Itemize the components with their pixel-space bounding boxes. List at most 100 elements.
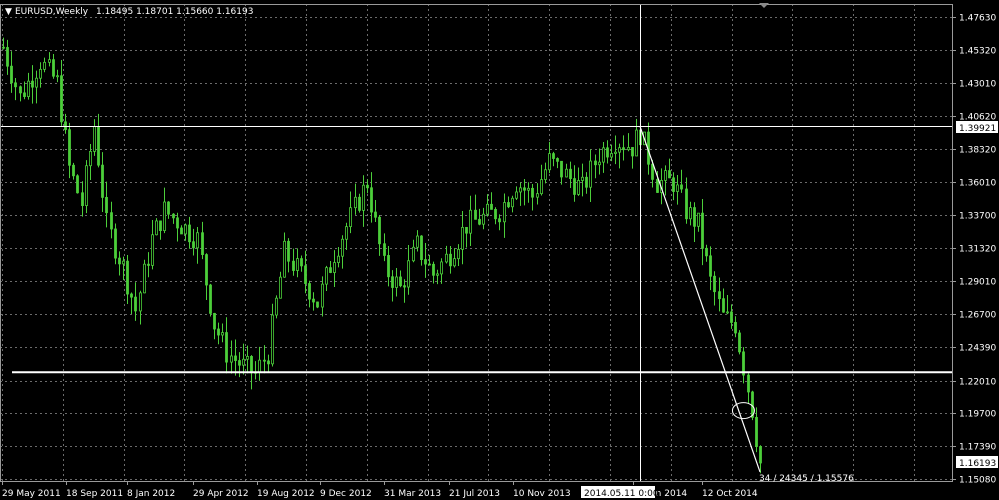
candle-body	[614, 151, 617, 154]
candle-body	[457, 248, 460, 260]
symbol-label: EURUSD,Weekly	[15, 7, 89, 17]
candle-body	[412, 246, 415, 262]
candle-body	[585, 176, 588, 188]
candle-body	[304, 265, 307, 284]
candle-body	[316, 301, 319, 308]
price-chart[interactable]: 1.476301.453201.430101.406201.383201.360…	[0, 0, 999, 500]
current-price-label: 1.16193	[959, 459, 996, 469]
candle-body	[196, 232, 199, 249]
y-tick-label: 1.45320	[959, 47, 996, 57]
candle-body	[205, 254, 208, 286]
candle-body	[287, 240, 290, 262]
candle-body	[221, 332, 224, 336]
candle-body	[39, 68, 42, 79]
candle-body	[407, 260, 410, 288]
candle-body	[565, 168, 568, 178]
candle-body	[498, 218, 501, 223]
candle-body	[440, 261, 443, 275]
candle-body	[531, 187, 534, 198]
candle-body	[296, 258, 299, 271]
candle-body	[155, 220, 158, 236]
candle-body	[188, 224, 191, 243]
candle-body	[267, 360, 270, 365]
candle-body	[31, 80, 34, 88]
candle-body	[635, 129, 638, 157]
chart-window[interactable]: 1.47630 1.45320 1.43010 1.40620 1.38320 1.360…	[0, 0, 999, 500]
candle-body	[697, 212, 700, 227]
candle-body	[387, 255, 390, 278]
candle-body	[709, 255, 712, 277]
candle-body	[345, 226, 348, 240]
candle-body	[676, 184, 679, 192]
candle-body	[403, 285, 406, 288]
candle-body	[308, 283, 311, 300]
candle-body	[337, 255, 340, 263]
candle-body	[598, 161, 601, 166]
ohlc-label: 1.18495 1.18701 1.15660 1.16193	[96, 7, 253, 17]
candle-body	[503, 202, 506, 223]
candle-body	[395, 276, 398, 288]
candle-body	[519, 187, 522, 193]
candle-body	[631, 147, 634, 157]
candle-body	[209, 284, 212, 314]
candle-body	[283, 240, 286, 278]
candle-body	[618, 147, 621, 153]
candle-body	[43, 61, 46, 70]
x-tick-label: 9 Dec 2012	[320, 489, 372, 499]
candle-body	[358, 196, 361, 211]
candle-body	[27, 80, 30, 97]
x-tick-label: 8 Jan 2012	[127, 489, 175, 499]
x-tick-label: 18 Sep 2011	[66, 489, 123, 499]
candle-body	[701, 212, 704, 249]
candle-body	[465, 226, 468, 234]
candle-body	[139, 292, 142, 312]
candle-body	[192, 241, 195, 249]
candle-body	[23, 92, 26, 97]
candle-body	[126, 260, 129, 295]
candle-body	[329, 267, 332, 273]
y-tick-label: 1.43010	[959, 80, 996, 90]
candle-body	[378, 216, 381, 245]
candle-body	[577, 180, 580, 195]
candle-body	[627, 147, 630, 151]
candle-body	[651, 163, 654, 180]
candle-body	[755, 417, 758, 447]
x-tick-label: 21 Jul 2013	[449, 489, 500, 499]
candle-body	[552, 153, 555, 159]
y-tick-label: 1.22010	[959, 378, 996, 388]
candle-body	[60, 75, 63, 123]
candle-body	[432, 263, 435, 276]
symbol-menu-icon[interactable]: ▼	[5, 7, 12, 17]
candle-body	[279, 276, 282, 299]
candle-body	[494, 208, 497, 220]
candle-body	[147, 263, 150, 266]
candle-body	[48, 59, 51, 63]
candle-body	[56, 75, 59, 78]
candle-body	[275, 297, 278, 316]
candle-body	[6, 47, 9, 67]
candle-body	[399, 276, 402, 287]
candle-body	[602, 147, 605, 163]
candle-body	[540, 179, 543, 195]
candle-body	[52, 59, 55, 77]
candle-body	[511, 197, 514, 208]
candle-body	[93, 126, 96, 152]
candle-body	[569, 168, 572, 180]
crosshair-info-label: 34 / 24345 / 1.15576	[759, 474, 854, 484]
candle-body	[589, 160, 592, 188]
candle-body	[321, 283, 324, 308]
candle-body	[81, 192, 84, 207]
candle-body	[238, 360, 241, 366]
candle-body	[581, 176, 584, 181]
candle-body	[622, 147, 625, 151]
candle-body	[449, 253, 452, 267]
y-tick-label: 1.38320	[959, 146, 996, 156]
candle-body	[747, 374, 750, 393]
candle-body	[97, 126, 100, 166]
candle-body	[217, 328, 220, 336]
candle-body	[722, 298, 725, 313]
candle-body	[68, 129, 71, 166]
x-tick-label: 29 Apr 2012	[193, 489, 249, 499]
candle-body	[548, 153, 551, 171]
candle-body	[672, 177, 675, 192]
